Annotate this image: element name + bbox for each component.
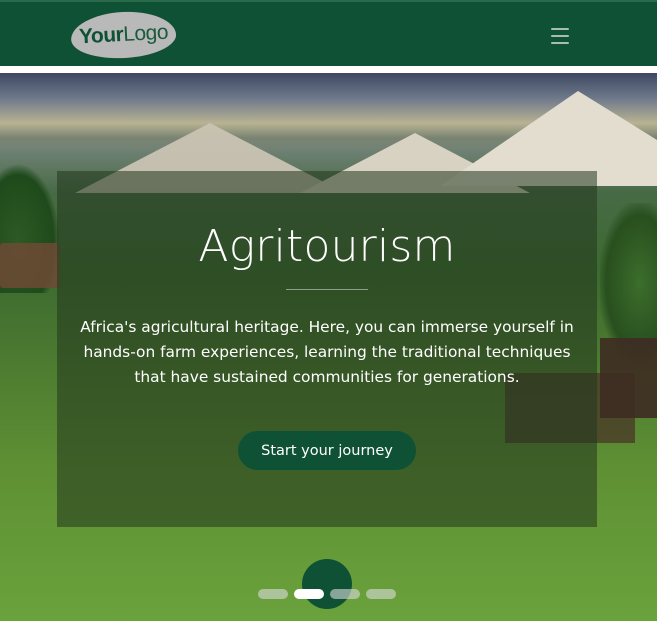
start-journey-button[interactable]: Start your journey xyxy=(238,431,416,470)
logo-text-bold: Your xyxy=(78,23,124,49)
navbar-gap xyxy=(0,66,657,73)
carousel-indicator-2[interactable] xyxy=(294,589,324,599)
carousel-indicators xyxy=(258,589,396,599)
cta-wrapper: Start your journey xyxy=(57,98,597,498)
hamburger-line xyxy=(551,42,569,44)
navbar: Your Logo xyxy=(0,0,657,66)
bench-left xyxy=(0,243,60,288)
hamburger-line xyxy=(551,35,569,37)
hamburger-line xyxy=(551,28,569,30)
logo-text-thin: Logo xyxy=(122,20,169,46)
bench-right xyxy=(600,338,657,418)
hamburger-menu-icon[interactable] xyxy=(548,26,572,46)
carousel-indicator-4[interactable] xyxy=(366,589,396,599)
carousel-indicator-1[interactable] xyxy=(258,589,288,599)
carousel-indicator-3[interactable] xyxy=(330,589,360,599)
carousel-active-marker xyxy=(302,559,352,609)
logo[interactable]: Your Logo xyxy=(69,9,178,61)
